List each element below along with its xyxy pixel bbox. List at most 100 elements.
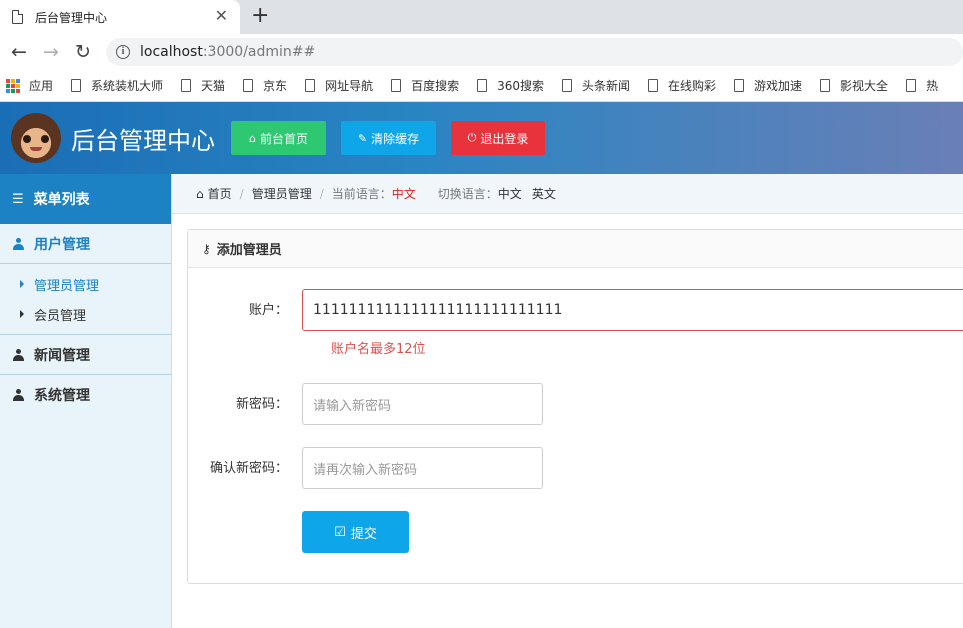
- bookmark-label: 京东: [263, 79, 288, 93]
- page-icon: [243, 79, 254, 92]
- page-icon: [71, 79, 82, 92]
- new-password-input[interactable]: 请输入新密码: [302, 383, 543, 425]
- submit-button[interactable]: ☑ 提交: [302, 511, 409, 553]
- key-icon: ⚷: [202, 241, 211, 256]
- breadcrumb-home[interactable]: 首页: [208, 185, 232, 202]
- logout-button[interactable]: ⏻ 退出登录: [451, 121, 545, 155]
- sidebar-group-label: 新闻管理: [34, 347, 90, 364]
- button-label: 退出登录: [480, 131, 529, 146]
- page-icon: [391, 79, 402, 92]
- browser-toolbar: ← → ↻ i localhost:3000/admin##: [0, 34, 963, 70]
- browser-tab-strip: 后台管理中心 ✕ +: [0, 0, 963, 34]
- site-title: 后台管理中心: [71, 126, 215, 155]
- bookmark-item[interactable]: 头条新闻: [562, 77, 630, 94]
- back-arrow-icon[interactable]: ←: [6, 39, 32, 65]
- power-icon: ⏻: [467, 131, 477, 144]
- bookmark-label: 天猫: [201, 79, 226, 93]
- info-icon[interactable]: i: [116, 45, 130, 59]
- menu-heading: ☰ 菜单列表: [0, 174, 171, 224]
- user-icon: [13, 237, 24, 250]
- sidebar-group-system[interactable]: 系统管理: [0, 375, 171, 415]
- account-label: 账户：: [248, 303, 288, 318]
- user-icon: [13, 348, 24, 361]
- new-tab-button[interactable]: +: [251, 4, 269, 28]
- account-value: 1111111111111111111111111111: [313, 302, 563, 318]
- bookmark-label: 游戏加速: [754, 79, 803, 93]
- bookmark-item[interactable]: 网址导航: [305, 77, 373, 94]
- bookmark-item[interactable]: 京东: [243, 77, 287, 94]
- breadcrumb-separator: /: [319, 186, 324, 201]
- page-icon: [305, 79, 316, 92]
- sidebar-submenu: 管理员管理 会员管理: [0, 264, 171, 335]
- bookmark-item[interactable]: 360搜索: [477, 77, 544, 94]
- home-icon: ⌂: [249, 131, 256, 145]
- sidebar-item-label: 管理员管理: [34, 278, 100, 294]
- button-label: 前台首页: [259, 131, 308, 146]
- page-icon: [562, 79, 572, 92]
- bookmarks-bar: 应用 系统装机大师 天猫 京东 网址导航 百度搜索 360搜索 头条新闻 在线购…: [0, 70, 963, 102]
- address-bar[interactable]: i localhost:3000/admin##: [106, 38, 963, 66]
- sidebar: ☰ 菜单列表 用户管理 管理员管理 会员管理 新闻管理 系统管理: [0, 174, 172, 628]
- sidebar-group-label: 系统管理: [34, 388, 90, 404]
- bookmark-item[interactable]: 系统装机大师: [71, 77, 163, 94]
- confirm-password-input[interactable]: 请再次输入新密码: [302, 447, 543, 489]
- sidebar-item-label: 会员管理: [34, 308, 87, 324]
- page-icon: [734, 79, 745, 92]
- frontend-home-button[interactable]: ⌂ 前台首页: [231, 121, 326, 155]
- check-square-icon: ☑: [334, 524, 346, 540]
- sidebar-group-label: 用户管理: [34, 236, 90, 253]
- clear-cache-button[interactable]: ✎ 清除缓存: [341, 121, 436, 155]
- bookmark-item[interactable]: 百度搜索: [391, 77, 459, 94]
- bookmark-item[interactable]: 热: [906, 77, 938, 94]
- main-content: ⌂ 首页 / 管理员管理 / 当前语言： 中文 切换语言： 中文 英文 ⚷ 添加…: [172, 174, 963, 628]
- account-input[interactable]: 1111111111111111111111111111: [302, 289, 963, 331]
- bookmark-item[interactable]: 天猫: [181, 77, 225, 94]
- page-icon: [648, 79, 659, 92]
- close-tab-icon[interactable]: ✕: [215, 8, 228, 24]
- bookmark-item[interactable]: 游戏加速: [734, 77, 802, 94]
- home-icon: ⌂: [196, 186, 204, 201]
- language-option-english[interactable]: 英文: [532, 185, 556, 202]
- wrench-icon: ✎: [357, 131, 368, 145]
- list-icon: ☰: [12, 191, 24, 207]
- bookmark-item[interactable]: 影视大全: [820, 77, 888, 94]
- current-language-value: 中文: [391, 187, 416, 201]
- sidebar-group-news[interactable]: 新闻管理: [0, 335, 171, 375]
- bookmark-item[interactable]: 在线购彩: [648, 77, 716, 94]
- forward-arrow-icon[interactable]: →: [38, 39, 64, 65]
- caret-right-icon: [20, 280, 24, 288]
- page-icon: [12, 10, 23, 24]
- bookmark-label: 应用: [29, 79, 54, 93]
- apps-grid-icon: [6, 78, 20, 93]
- confirm-password-placeholder: 请再次输入新密码: [313, 462, 418, 478]
- account-error-message: 账户名最多12位: [331, 342, 426, 357]
- sidebar-item-member-management[interactable]: 会员管理: [0, 299, 171, 329]
- browser-tab[interactable]: 后台管理中心 ✕: [0, 0, 240, 34]
- sidebar-item-admin-management[interactable]: 管理员管理: [0, 269, 171, 299]
- admin-header: 后台管理中心 ⌂ 前台首页 ✎ 清除缓存 ⏻ 退出登录: [0, 102, 963, 174]
- reload-icon[interactable]: ↻: [70, 39, 96, 65]
- bookmark-label: 360搜索: [497, 79, 544, 93]
- switch-language-label: 切换语言：: [437, 187, 498, 201]
- new-password-label: 新密码：: [235, 397, 288, 412]
- breadcrumb-separator: /: [239, 186, 244, 201]
- panel-title: 添加管理员: [216, 243, 282, 258]
- button-label: 清除缓存: [371, 131, 420, 146]
- page-icon: [477, 79, 488, 92]
- user-icon: [13, 389, 24, 401]
- bookmark-label: 影视大全: [840, 79, 889, 93]
- submit-label: 提交: [350, 526, 377, 542]
- language-option-chinese[interactable]: 中文: [498, 185, 522, 202]
- bookmark-label: 热: [926, 79, 939, 93]
- avatar-logo: [11, 113, 61, 163]
- page-icon: [181, 79, 192, 92]
- bookmark-label: 网址导航: [325, 79, 374, 93]
- breadcrumb-current[interactable]: 管理员管理: [252, 185, 312, 202]
- bookmark-apps[interactable]: 应用: [6, 77, 53, 94]
- sidebar-group-users[interactable]: 用户管理: [0, 224, 171, 264]
- url-path: :3000/admin##: [202, 44, 316, 60]
- current-language-label: 当前语言：: [331, 187, 392, 201]
- url-host: localhost: [140, 44, 203, 60]
- bookmark-label: 头条新闻: [582, 79, 631, 93]
- bookmark-label: 系统装机大师: [91, 79, 164, 93]
